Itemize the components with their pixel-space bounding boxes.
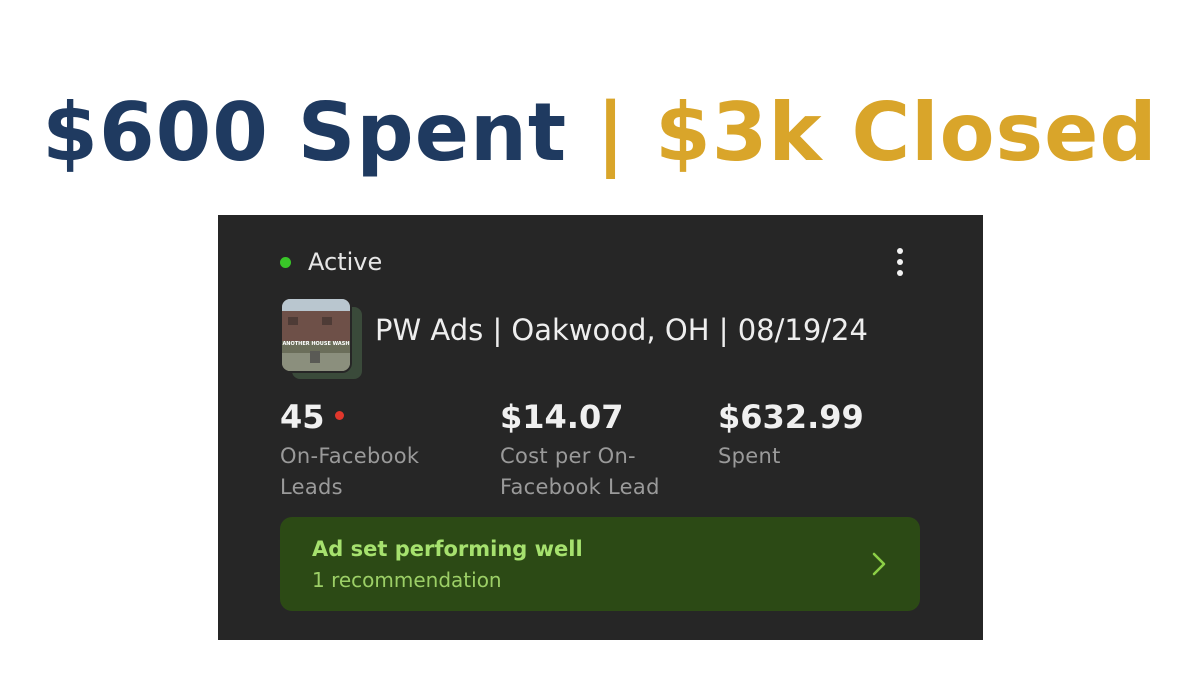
chevron-right-icon[interactable] — [868, 551, 890, 577]
headline-spent: $600 Spent — [42, 86, 568, 179]
metric-cost-per-lead: $14.07 Cost per On-Facebook Lead — [500, 398, 675, 503]
metric-spent-label: Spent — [718, 444, 781, 468]
campaign-name[interactable]: PW Ads | Oakwood, OH | 08/19/24 — [375, 313, 868, 347]
status-indicator: Active — [280, 248, 382, 276]
alert-dot-icon — [334, 410, 344, 420]
thumbnail-caption: ANOTHER HOUSE WASH — [282, 341, 349, 347]
ad-set-card[interactable]: Active ANOTHER HOUSE WASH PW Ads | Oakwo… — [218, 215, 983, 640]
headline: $600 Spent | $3k Closed — [0, 78, 1200, 188]
active-status-dot-icon — [280, 256, 291, 268]
metric-cost-per-lead-label: Cost per On-Facebook Lead — [500, 444, 660, 499]
metric-leads: 45 On-Facebook Leads — [280, 398, 455, 503]
ad-thumbnail: ANOTHER HOUSE WASH — [280, 297, 364, 381]
status-label: Active — [308, 248, 383, 276]
metric-spent: $632.99 Spent — [718, 398, 893, 472]
metric-leads-label: On-Facebook Leads — [280, 444, 420, 499]
headline-closed: | $3k Closed — [596, 86, 1158, 179]
more-vertical-icon[interactable] — [890, 245, 910, 279]
recommendation-subtitle: 1 recommendation — [312, 568, 502, 592]
recommendation-banner[interactable]: Ad set performing well 1 recommendation — [280, 517, 920, 611]
recommendation-title: Ad set performing well — [312, 537, 583, 561]
metric-leads-value: 45 — [280, 398, 325, 436]
thumbnail-image: ANOTHER HOUSE WASH — [280, 297, 352, 373]
metric-spent-value: $632.99 — [718, 398, 864, 436]
metric-cost-per-lead-value: $14.07 — [500, 398, 624, 436]
